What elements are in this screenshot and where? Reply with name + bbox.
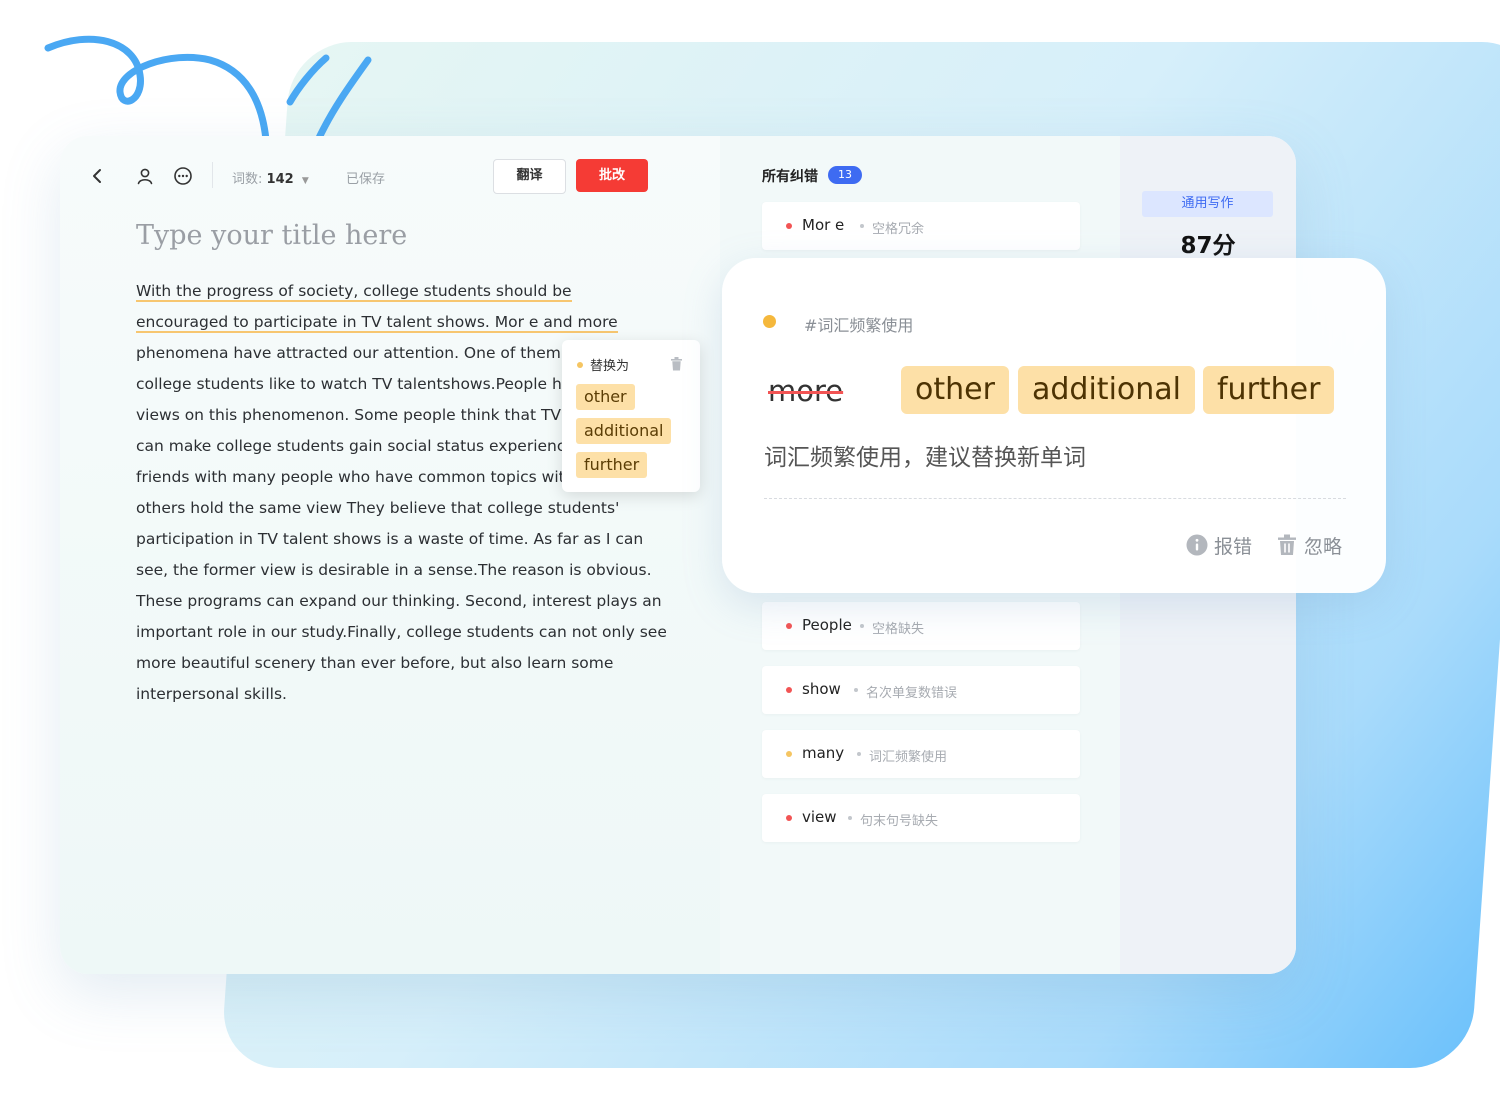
editor-pane: 词数: 142 ▼ 已保存 翻译 批改 Type your title here… [60,136,720,974]
essay-line: see, the former view is desirable in a s… [136,561,652,579]
info-icon [1186,534,1208,561]
caret-down-icon: ▼ [301,176,309,186]
separator-dot [854,688,858,692]
essay-line: participation in TV talent shows is a wa… [136,530,644,548]
error-dot [786,815,792,821]
report-error-label: 报错 [1214,536,1253,558]
word-count-value: 142 [266,172,294,187]
suggestion-chip-other[interactable]: other [901,366,1009,414]
original-word: more [768,374,844,408]
error-dot [786,687,792,693]
decorative-squiggle [44,35,372,144]
error-dot [786,223,792,229]
warning-dot [577,362,583,368]
suggestion-chip-additional[interactable]: additional [1018,366,1195,414]
warning-dot [786,751,792,757]
issue-item[interactable]: Mor e 空格冗余 [762,202,1080,250]
issue-type: 句末句号缺失 [860,814,939,829]
separator-dot [860,624,864,628]
issue-word: show [802,680,841,698]
score-value: 87分 [1180,233,1236,259]
user-icon[interactable] [135,166,155,186]
translate-button[interactable]: 翻译 [493,159,566,194]
trash-icon[interactable] [670,356,683,375]
issue-word: many [802,744,845,762]
issues-title: 所有纠错 [762,169,818,185]
essay-line: more beautiful scenery than ever before,… [136,654,614,672]
issue-type: 名次单复数错误 [866,686,958,701]
title-input[interactable]: Type your title here [136,220,407,251]
issue-type: 空格冗余 [872,222,925,237]
dashed-divider [764,498,1346,499]
ignore-label: 忽略 [1304,536,1343,558]
issue-type: 词汇频繁使用 [869,750,948,765]
issue-word: view [802,808,837,826]
review-button[interactable]: 批改 [576,159,648,192]
warning-dot [763,315,776,328]
essay-line: important role in our study.Finally, col… [136,623,666,641]
popover-title: 替换为 [590,359,630,374]
writing-category-tag[interactable]: 通用写作 [1142,191,1273,217]
suggestion-chip-additional[interactable]: additional [576,418,672,444]
word-count-selector[interactable]: 词数: 142 ▼ [232,168,309,187]
back-icon[interactable] [88,166,108,186]
separator-dot [857,752,861,756]
issue-word: People [802,616,852,634]
suggestion-chip-further[interactable]: further [1203,366,1335,414]
issue-word: Mor e [802,216,845,234]
issues-count-badge: 13 [828,166,862,184]
toolbar-divider [212,162,213,188]
saved-status: 已保存 [346,172,386,187]
essay-line: encouraged to participate in TV talent s… [136,313,618,333]
error-dot [786,623,792,629]
essay-line: With the progress of society, college st… [136,282,572,302]
suggestion-chip-further[interactable]: further [576,452,648,478]
issue-item[interactable]: view 句末句号缺失 [762,794,1080,842]
issue-category-tag: #词汇频繁使用 [804,316,914,335]
essay-line: These programs can expand our thinking. … [136,592,662,610]
suggestion-detail-card: #词汇频繁使用 more other additional further 词汇… [722,258,1386,593]
replacement-popover: 替换为 other additional further [562,340,700,492]
more-options-icon[interactable] [173,166,193,186]
separator-dot [860,224,864,228]
suggestion-description: 词汇频繁使用，建议替换新单词 [764,445,1086,471]
issue-item[interactable]: show 名次单复数错误 [762,666,1080,714]
essay-line: interpersonal skills. [136,685,287,703]
trash-icon [1276,534,1298,561]
issue-type: 空格缺失 [872,622,925,637]
issue-item[interactable]: People 空格缺失 [762,602,1080,650]
word-count-label: 词数: [232,172,263,187]
suggestion-chip-other[interactable]: other [576,384,635,410]
issue-item[interactable]: many 词汇频繁使用 [762,730,1080,778]
separator-dot [848,816,852,820]
essay-line: others hold the same view They believe t… [136,499,620,517]
